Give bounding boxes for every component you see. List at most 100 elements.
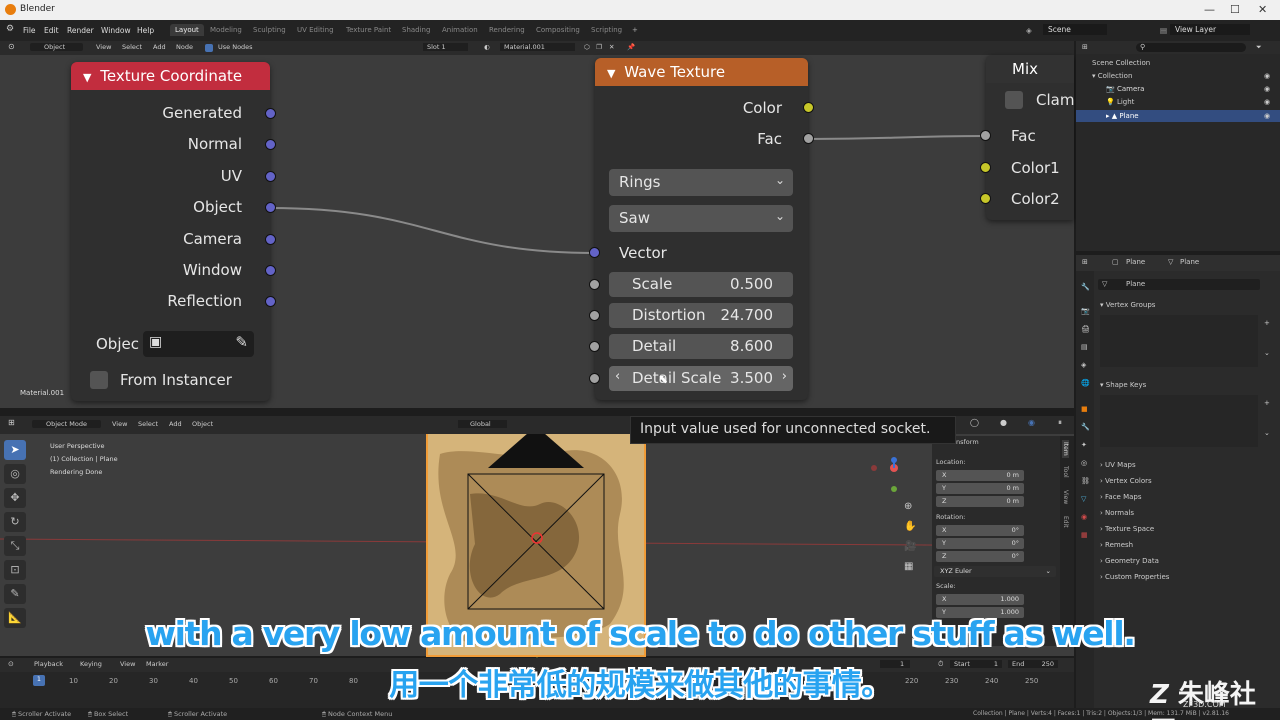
navigation-gizmo[interactable] [864,456,914,496]
section-vertex-colors[interactable]: › Vertex Colors [1100,477,1152,485]
close-button[interactable]: ✕ [1258,3,1267,16]
sidebar-tab-tool[interactable]: Tool [1062,466,1069,478]
visibility-eye-icon[interactable]: ◉ [1264,85,1270,93]
transform-orientation-selector[interactable]: Global [458,420,507,428]
move-tool-icon[interactable]: ✥ [4,488,26,508]
chevron-down-icon[interactable]: ⌄ [1264,429,1270,437]
wave-type-dropdown[interactable]: Rings ⌄ [609,169,793,196]
mesh-data-field[interactable]: ▽ Plane [1098,279,1260,290]
rotate-tool-icon[interactable]: ↻ [4,512,26,532]
editor-type-icon[interactable]: ⊞ [8,418,15,427]
texture-tab-icon[interactable]: ▦ [1081,531,1088,539]
increment-arrow-icon[interactable]: › [782,369,787,384]
select-box-tool-icon[interactable]: ➤ [4,440,26,460]
constraints-tab-icon[interactable]: ⛓ [1081,477,1090,485]
rotation-mode-selector[interactable]: XYZ Euler ⌄ [934,566,1056,577]
collapse-arrow-icon[interactable]: ▼ [607,67,615,80]
data-tab-icon[interactable]: ▽ [1081,495,1086,503]
visibility-eye-icon[interactable]: ◉ [1264,112,1270,120]
add-icon[interactable]: + [1264,399,1270,407]
mix-node[interactable]: Mix Clam Fac Color1 Color2 [980,55,1074,220]
location-y-field[interactable]: Y0 m [936,483,1024,494]
material-tab-icon[interactable]: ◉ [1081,513,1087,521]
from-instancer-checkbox[interactable] [90,371,108,389]
tool-tab-icon[interactable]: 🔧 [1081,283,1090,291]
view-layer-icon[interactable]: ▤ [1160,26,1167,35]
viewport-shading-rendered-icon[interactable]: ◉ [1028,418,1035,427]
section-remesh[interactable]: › Remesh [1100,541,1133,549]
viewport-menu-object[interactable]: Object [192,420,213,428]
chevron-down-icon[interactable]: ⌄ [1264,349,1270,357]
outliner-light[interactable]: 💡 Light [1106,98,1134,106]
camera-view-icon[interactable]: 🎥 [904,537,916,557]
socket-scale-in[interactable] [589,279,600,290]
outliner-camera[interactable]: 📷 Camera [1106,85,1144,93]
pan-hand-icon[interactable]: ✋ [904,517,916,537]
socket-detail-in[interactable] [589,341,600,352]
sidebar-tab-view[interactable]: View [1062,490,1069,504]
cursor-tool-icon[interactable]: ◎ [4,464,26,484]
socket-generated[interactable] [265,108,276,119]
eyedropper-icon[interactable]: ✎ [235,333,248,351]
minimize-button[interactable]: — [1204,3,1215,16]
scene-tab-icon[interactable]: ◈ [1081,361,1086,369]
section-normals[interactable]: › Normals [1100,509,1134,517]
editor-type-icon[interactable]: ⊞ [1082,258,1088,266]
location-z-field[interactable]: Z0 m [936,496,1024,507]
scale-tool-icon[interactable]: ⤡ [4,536,26,556]
zoom-icon[interactable]: ⊕ [904,497,916,517]
section-face-maps[interactable]: › Face Maps [1100,493,1142,501]
viewport-menu-view[interactable]: View [112,420,127,428]
outliner-collection[interactable]: ▾ Collection [1092,72,1132,80]
viewport-menu-add[interactable]: Add [169,420,182,428]
viewport-shading-solid-icon[interactable]: ● [1000,418,1007,427]
transform-tool-icon[interactable]: ⊡ [4,560,26,580]
ortho-grid-icon[interactable]: ▦ [904,557,916,577]
section-vertex-groups[interactable]: ▾ Vertex Groups [1100,301,1155,309]
add-icon[interactable]: + [1264,319,1270,327]
socket-vector-in[interactable] [589,247,600,258]
section-custom-properties[interactable]: › Custom Properties [1100,573,1169,581]
socket-object[interactable] [265,202,276,213]
sidebar-tab-item[interactable]: Item [1062,440,1069,458]
scale-field[interactable]: Scale 0.500 [609,272,793,297]
outliner-search-input[interactable]: ⚲ [1136,43,1246,52]
maximize-button[interactable]: ☐ [1230,3,1240,16]
socket-fac-out[interactable] [803,133,814,144]
wave-profile-dropdown[interactable]: Saw ⌄ [609,205,793,232]
shape-keys-list[interactable] [1100,395,1258,447]
object-mode-selector[interactable]: Object Mode [32,420,101,428]
wave-texture-header[interactable]: ▼ Wave Texture [595,58,808,86]
socket-color2-in[interactable] [980,193,991,204]
output-tab-icon[interactable]: 🖨 [1081,325,1090,333]
section-uv-maps[interactable]: › UV Maps [1100,461,1136,469]
socket-reflection[interactable] [265,296,276,307]
texture-coordinate-header[interactable]: ▼ Texture Coordinate [71,62,270,90]
display-mode-icon[interactable]: ⊞ [1082,43,1088,51]
socket-color1-in[interactable] [980,162,991,173]
object-picker-field[interactable]: ▣ ✎ [143,331,254,357]
modifier-tab-icon[interactable]: 🔧 [1081,423,1090,431]
annotate-tool-icon[interactable]: ✎ [4,584,26,604]
visibility-eye-icon[interactable]: ◉ [1264,98,1270,106]
object-tab-icon[interactable]: ■ [1081,405,1088,413]
socket-normal[interactable] [265,139,276,150]
viewport-shading-wireframe-icon[interactable]: ◯ [970,418,979,427]
socket-mix-fac-in[interactable] [980,130,991,141]
viewport-menu-select[interactable]: Select [138,420,158,428]
physics-tab-icon[interactable]: ◎ [1081,459,1087,467]
world-tab-icon[interactable]: 🌐 [1081,379,1090,387]
collapse-arrow-icon[interactable]: ▼ [83,71,91,84]
location-x-field[interactable]: X0 m [936,470,1024,481]
outliner-scene-collection[interactable]: Scene Collection [1092,59,1150,67]
view-layer-tab-icon[interactable]: ▤ [1081,343,1088,351]
pause-render-icon[interactable]: ⏸ [1058,418,1062,428]
socket-color-out[interactable] [803,102,814,113]
section-shape-keys[interactable]: ▾ Shape Keys [1100,381,1146,389]
outliner[interactable]: ⊞ ⚲ ⏷ Scene Collection ▾ Collection 📷 Ca… [1076,41,1280,251]
visibility-eye-icon[interactable]: ◉ [1264,72,1270,80]
scale-x-field[interactable]: X 1.000 [936,594,1024,605]
detail-field[interactable]: Detail 8.600 [609,334,793,359]
outliner-plane[interactable]: ▸ ▲ Plane [1106,112,1139,120]
vertex-groups-list[interactable] [1100,315,1258,367]
